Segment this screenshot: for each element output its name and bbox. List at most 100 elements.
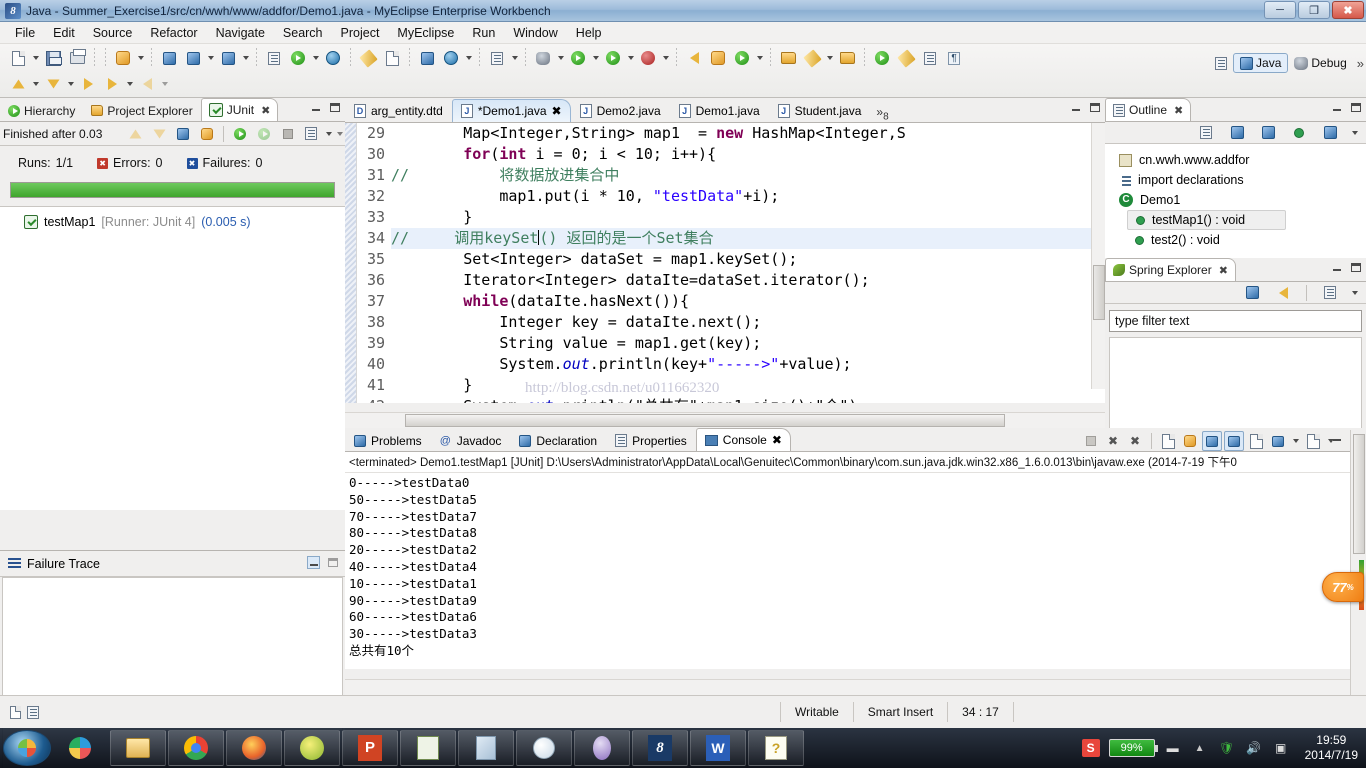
stop-icon[interactable] (277, 123, 299, 145)
open-type-icon[interactable] (777, 47, 799, 69)
taskbar-myeclipse-icon[interactable]: 8 (632, 730, 688, 766)
taskbar-clock[interactable]: 19:59 2014/7/19 (1299, 733, 1358, 763)
junit-test-row[interactable]: testMap1 [Runner: JUnit 4] (0.005 s) (24, 215, 345, 229)
menu-file[interactable]: File (6, 24, 44, 42)
junit-results-tree[interactable]: testMap1 [Runner: JUnit 4] (0.005 s) (0, 206, 345, 510)
pin-console-icon[interactable] (1202, 431, 1222, 451)
taskbar-word-icon[interactable]: W (690, 730, 746, 766)
rerun-test-icon[interactable] (229, 123, 251, 145)
code-editor[interactable]: 29 30 31 32 33 34 35 36 37 38 39 40 41 42 Map<Integer… (345, 123, 1105, 403)
sogou-input-icon[interactable]: S (1081, 739, 1100, 757)
volume-icon[interactable]: 🔊 (1245, 739, 1263, 757)
show-failures-only-icon[interactable] (172, 123, 194, 145)
show-hidden-icons-icon[interactable]: ▲ (1191, 739, 1209, 757)
outline-item-imports[interactable]: import declarations (1111, 170, 1366, 190)
network-icon[interactable]: ▣ (1272, 739, 1290, 757)
coverage-icon[interactable] (637, 47, 659, 69)
lock-scroll-icon[interactable] (196, 123, 218, 145)
coverage-dropdown-icon[interactable] (660, 47, 671, 69)
refresh-icon[interactable] (381, 47, 403, 69)
code-line[interactable]: while(dataIte.hasNext()){ (391, 291, 1105, 312)
next-failure-icon[interactable] (125, 123, 147, 145)
forward-dropdown-icon[interactable] (159, 73, 170, 95)
tab-properties[interactable]: Properties (606, 429, 696, 451)
tab-spring-explorer[interactable]: Spring Explorer ✖ (1105, 258, 1236, 281)
marker-dropdown-icon[interactable] (824, 47, 835, 69)
web-browser-icon[interactable] (322, 47, 344, 69)
close-icon[interactable]: ✖ (772, 433, 782, 447)
view-menu-icon[interactable] (326, 556, 339, 569)
close-icon[interactable]: ✖ (1219, 264, 1228, 277)
hide-nonpublic-icon[interactable] (1288, 122, 1310, 144)
editor-tab-demo2-java[interactable]: J Demo2.java (571, 99, 670, 122)
new-package-icon[interactable] (707, 47, 729, 69)
uml-icon[interactable] (440, 47, 462, 69)
scrollbar-thumb[interactable] (1353, 434, 1365, 554)
close-icon[interactable]: ✖ (552, 104, 562, 118)
tab-outline[interactable]: Outline ✖ (1105, 98, 1192, 121)
menu-project[interactable]: Project (332, 24, 389, 42)
tab-project-explorer[interactable]: Project Explorer (83, 99, 200, 121)
code-line[interactable]: Iterator<Integer> dataIte=dataSet.iterat… (391, 270, 1105, 291)
maximize-view-icon[interactable] (1349, 101, 1362, 114)
scrollbar-thumb[interactable] (405, 414, 1005, 427)
tab-javadoc[interactable]: @ Javadoc (431, 429, 511, 451)
code-line[interactable]: } (391, 207, 1105, 228)
maximize-view-icon[interactable] (1349, 261, 1362, 274)
minimize-view-icon[interactable] (1330, 261, 1343, 274)
code-line[interactable]: // 调用keySet() 返回的是一个Set集合 (391, 228, 1105, 249)
taskbar-oval-app-icon[interactable] (574, 730, 630, 766)
progress-badge-77[interactable]: 77% (1322, 572, 1364, 602)
back-icon[interactable] (101, 73, 123, 95)
view-menu-icon[interactable] (1349, 122, 1360, 144)
pencil-icon[interactable] (895, 47, 917, 69)
code-line[interactable]: for(int i = 0; i < 10; i++){ (391, 144, 1105, 165)
code-line[interactable]: System.out.println(key+"----->"+value); (391, 354, 1105, 375)
code-line[interactable]: System.out.println("总共有"+map1.size()+"个"… (391, 396, 1105, 403)
tab-declaration[interactable]: Declaration (510, 429, 606, 451)
terminate-icon[interactable] (1081, 431, 1101, 451)
taskbar-firefox-icon[interactable] (226, 730, 282, 766)
tab-junit[interactable]: JUnit ✖ (200, 98, 279, 121)
menu-help[interactable]: Help (567, 24, 611, 42)
battery-indicator[interactable]: 99% (1108, 739, 1158, 757)
run-server-icon[interactable] (287, 47, 309, 69)
outline-item-method-test2[interactable]: test2() : void (1127, 230, 1366, 250)
outline-item-package[interactable]: cn.wwh.www.addfor (1111, 150, 1366, 170)
view-menu-icon[interactable] (323, 123, 334, 145)
menu-window[interactable]: Window (504, 24, 566, 42)
source-code-text[interactable]: Map<Integer,String> map1 = new HashMap<I… (389, 123, 1105, 403)
taskbar-powerpoint-icon[interactable]: P (342, 730, 398, 766)
editor-horizontal-scrollbar[interactable] (345, 412, 1105, 428)
editor-vertical-scrollbar[interactable] (1091, 123, 1105, 389)
scroll-lock-icon[interactable] (1180, 431, 1200, 451)
run-config-icon[interactable] (602, 47, 624, 69)
report-icon[interactable] (416, 47, 438, 69)
forward-icon[interactable] (136, 73, 158, 95)
code-line[interactable]: map1.put(i * 10, "testData"+i); (391, 186, 1105, 207)
close-icon[interactable]: ✖ (261, 104, 270, 117)
power-plug-icon[interactable]: ▬ (1164, 739, 1182, 757)
run-server-dropdown-icon[interactable] (310, 47, 321, 69)
display-selected-console-icon[interactable] (1224, 431, 1244, 451)
menu-edit[interactable]: Edit (44, 24, 84, 42)
restore-button[interactable]: ❐ (1298, 1, 1330, 19)
minimize-junit-view-icon[interactable] (334, 123, 345, 145)
editor-tab-demo1-java-dirty[interactable]: J *Demo1.java ✖ (451, 99, 571, 122)
code-line[interactable]: // 将数据放进集合中 (391, 165, 1105, 186)
block-select-icon[interactable] (919, 47, 941, 69)
new-console-view-icon[interactable] (1268, 431, 1288, 451)
new-bean-icon[interactable] (112, 47, 134, 69)
snapshot-icon[interactable] (486, 47, 508, 69)
whitespace-icon[interactable]: ¶ (943, 47, 965, 69)
menu-source[interactable]: Source (84, 24, 142, 42)
new-console-icon[interactable] (1303, 431, 1323, 451)
editor-tab-student-java[interactable]: J Student.java (769, 99, 871, 122)
taskbar-explorer-icon[interactable] (110, 730, 166, 766)
db-explorer-icon[interactable] (263, 47, 285, 69)
menu-navigate[interactable]: Navigate (207, 24, 274, 42)
minimize-editor-icon[interactable] (1069, 101, 1082, 114)
taskbar-chrome-icon[interactable] (168, 730, 224, 766)
windows-start-orb[interactable] (3, 730, 51, 766)
back-dropdown-icon[interactable] (124, 73, 135, 95)
